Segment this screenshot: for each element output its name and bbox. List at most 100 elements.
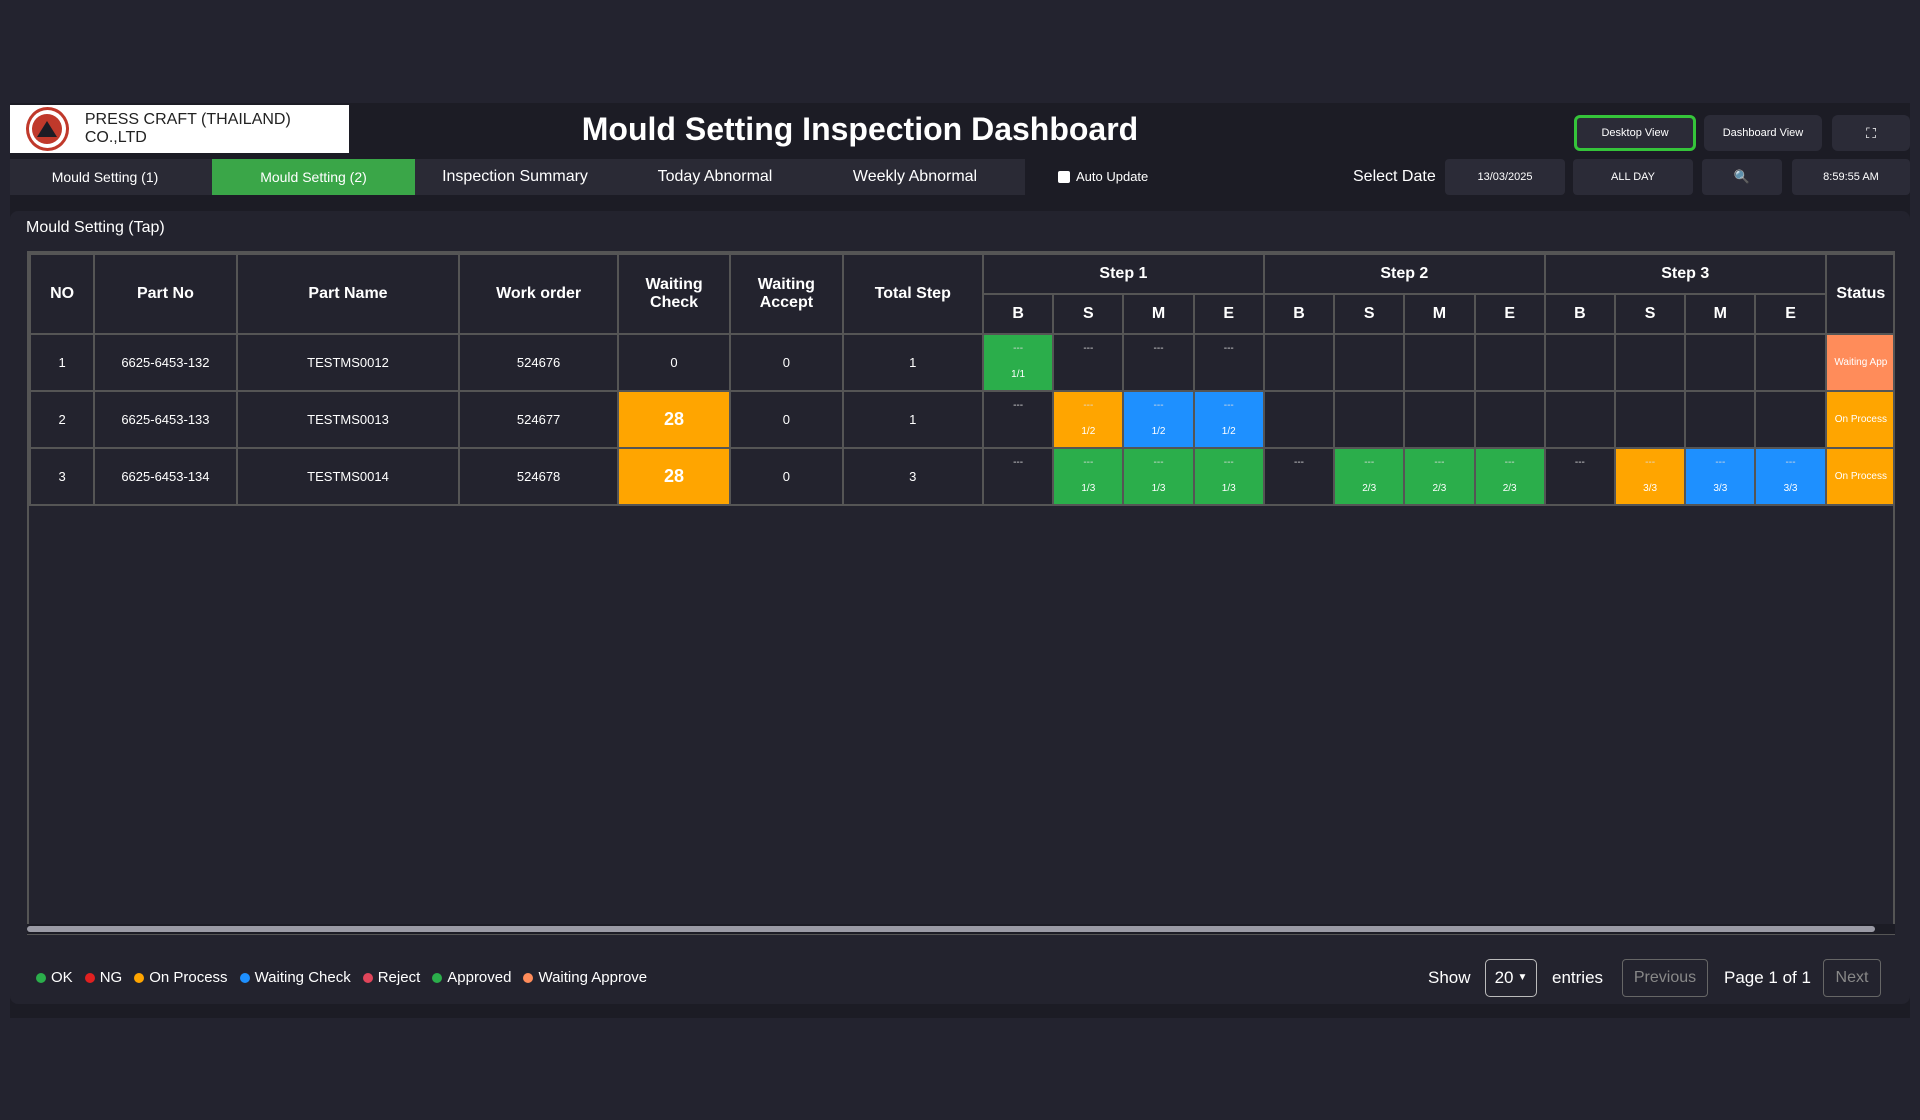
dot-icon [432,972,443,983]
status-badge: On Process [1824,447,1893,506]
step-cell-value: --- [1013,343,1024,354]
step-cell-fraction: 3/3 [1783,483,1798,494]
auto-update-label: Auto Update [1076,169,1149,184]
step-cell-fraction: 2/3 [1432,483,1447,494]
cell-no: 2 [29,390,96,449]
step-cell [1754,390,1827,449]
fullscreen-icon[interactable]: ⛶ [1832,115,1910,151]
date-input[interactable]: 13/03/2025 [1445,159,1565,195]
step-cell-value: --- [1153,400,1164,411]
step-cell[interactable]: --- 1/3 [1052,447,1125,506]
company-name: PRESS CRAFT (THAILAND) CO.,LTD [84,111,291,146]
header-step2-b: B [1262,293,1336,335]
page-info: Page 1 of 1 [1724,968,1811,987]
cell-waiting-accept: 0 [729,333,844,392]
step-cell-value: --- [1013,457,1024,468]
table-row[interactable]: 2 6625-6453-133 TESTMS0013 524677 28 0 1… [29,390,1893,449]
step-cell [1613,390,1687,449]
dot-icon [523,972,534,983]
cell-part-no: 6625-6453-132 [93,333,238,392]
cell-total-step: 1 [841,333,984,392]
step-cell [1754,333,1827,392]
header-step3-m: M [1684,293,1757,335]
cell-work-order: 524676 [458,333,619,392]
step-cell[interactable]: --- [1543,447,1616,506]
range-select[interactable]: ALL DAY [1573,159,1693,195]
step-cell[interactable]: --- 2/3 [1333,447,1406,506]
step-cell[interactable]: --- [1122,333,1195,392]
cell-part-name: TESTMS0012 [235,333,461,392]
step-cell[interactable]: --- [1192,333,1265,392]
table-row[interactable]: 3 6625-6453-134 TESTMS0014 524678 28 0 3… [29,447,1893,506]
step-cell-fraction: 1/3 [1081,483,1096,494]
dashboard-view-button[interactable]: Dashboard View [1704,115,1822,151]
header-step-3: Step 3 [1543,253,1827,295]
horizontal-scrollbar[interactable] [27,924,1895,934]
step-cell[interactable]: --- 2/3 [1403,447,1476,506]
mould-setting-panel: Mould Setting (Tap) NO Part No Part Name [10,211,1910,1004]
step-cell [1262,390,1336,449]
tab-inspection-summary[interactable]: Inspection Summary [415,159,615,195]
header-part-no: Part No [93,253,238,335]
legend-item-waiting-check: Waiting Check [239,969,351,986]
tab-mould-setting-2[interactable]: Mould Setting (2) [212,159,415,195]
step-cell[interactable]: --- 3/3 [1754,447,1827,506]
step-cell[interactable]: --- 1/2 [1192,390,1265,449]
step-cell[interactable]: --- [1052,333,1125,392]
cell-part-name: TESTMS0013 [235,390,461,449]
step-cell-value: --- [1153,343,1164,354]
auto-update-toggle[interactable]: Auto Update [1058,169,1148,184]
status-legend: OK NG On Process Waiting Check Reject Ap… [36,969,659,986]
step-cell[interactable]: --- [981,390,1055,449]
step-cell[interactable]: --- [981,447,1055,506]
panel-title: Mould Setting (Tap) [26,219,165,236]
search-icon[interactable]: 🔍 [1702,159,1782,195]
step-cell-fraction: 3/3 [1643,483,1658,494]
tab-weekly-abnormal[interactable]: Weekly Abnormal [815,159,1015,195]
step-cell[interactable]: --- 1/2 [1052,390,1125,449]
step-cell[interactable]: --- 3/3 [1613,447,1687,506]
step-cell [1333,333,1406,392]
step-cell-value: --- [1083,400,1094,411]
cell-waiting-check: 0 [616,333,732,392]
step-cell[interactable]: --- 1/3 [1192,447,1265,506]
step-cell [1333,390,1406,449]
legend-item-on-process: On Process [134,969,228,986]
step-cell-value: --- [1645,457,1656,468]
next-page-button[interactable]: Next [1823,959,1881,997]
step-cell-value: --- [1364,457,1375,468]
pager-show-label: Show [1428,968,1471,987]
step-cell[interactable]: --- 1/2 [1122,390,1195,449]
step-cell [1543,333,1616,392]
tab-mould-setting-1[interactable]: Mould Setting (1) [10,159,200,195]
step-cell-value: --- [1715,457,1726,468]
page-size-select[interactable]: 20 ▼ [1485,959,1537,997]
step-cell [1684,390,1757,449]
step-cell[interactable]: --- 1/1 [981,333,1055,392]
tab-today-abnormal[interactable]: Today Abnormal [615,159,815,195]
scrollbar-thumb[interactable] [27,926,1875,932]
page-size-value: 20 [1494,968,1514,987]
step-cell-fraction: 2/3 [1502,483,1517,494]
step-cell-fraction: 1/2 [1081,426,1096,437]
header-step2-e: E [1473,293,1546,335]
table-row[interactable]: 1 6625-6453-132 TESTMS0012 524676 0 0 1 … [29,333,1893,392]
cell-total-step: 3 [841,447,984,506]
desktop-view-button[interactable]: Desktop View [1574,115,1696,151]
step-cell[interactable]: --- 2/3 [1473,447,1546,506]
step-cell-value: --- [1223,457,1234,468]
step-cell[interactable]: --- 1/3 [1122,447,1195,506]
dot-icon [134,972,145,983]
step-cell-fraction: 1/2 [1221,426,1236,437]
header-step3-s: S [1613,293,1687,335]
step-cell-value: --- [1574,457,1585,468]
step-cell[interactable]: --- [1262,447,1336,506]
previous-page-button[interactable]: Previous [1622,959,1708,997]
header-waiting-accept-line2: Accept [759,294,814,311]
step-cell[interactable]: --- 3/3 [1684,447,1757,506]
step-cell [1403,390,1476,449]
pager-entries-label: entries [1552,968,1604,987]
auto-update-checkbox[interactable] [1058,170,1070,183]
header-step2-m: M [1403,293,1476,335]
step-cell-fraction: 1/2 [1151,426,1166,437]
